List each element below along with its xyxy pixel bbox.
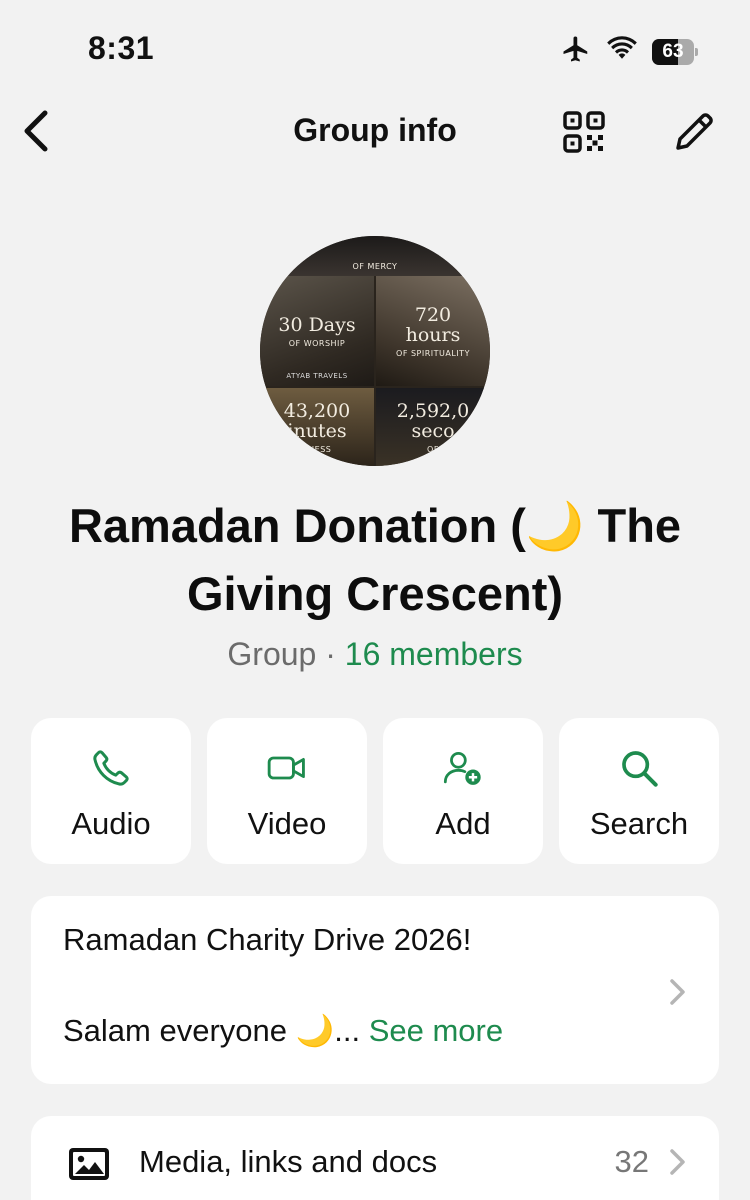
meta-separator: · [325, 636, 336, 672]
qr-code-icon [562, 110, 606, 159]
status-icons: 63 [560, 34, 698, 69]
image-icon [67, 1144, 111, 1184]
avatar-tile-footer: ATYAB TRAVELS [286, 372, 348, 380]
media-label: Media, links and docs [139, 1144, 438, 1179]
avatar-tile-bottom-left: 43,200 inutes ENESS [260, 388, 374, 466]
add-member-button[interactable]: Add [383, 718, 543, 864]
media-count: 32 [614, 1144, 649, 1179]
qr-code-button[interactable] [558, 108, 610, 160]
avatar-tile-heading: 30 Days [278, 313, 356, 336]
avatar-tile-heading: 43,200 inutes [283, 399, 351, 442]
airplane-icon [560, 34, 592, 69]
video-call-button[interactable]: Video [207, 718, 367, 864]
phone-icon [91, 748, 131, 788]
description-preview-text: Salam everyone 🌙... [63, 1013, 361, 1048]
battery-level: 63 [662, 40, 684, 62]
battery-body: 63 [652, 38, 694, 65]
avatar-tile-caption: OF SPIRITUALITY [396, 348, 470, 358]
group-meta: Group · 16 members [0, 636, 750, 673]
chevron-right-icon [665, 1146, 689, 1178]
status-bar: 8:31 63 [0, 0, 750, 100]
group-name[interactable]: Ramadan Donation (🌙 The Giving Crescent) [20, 492, 730, 628]
status-time: 8:31 [88, 30, 155, 66]
avatar-tile-caption: ENESS [302, 444, 332, 454]
avatar-tile-caption: OF MERCY [352, 261, 398, 271]
members-link[interactable]: 16 members [345, 636, 523, 672]
search-button[interactable]: Search [559, 718, 719, 864]
add-label: Add [435, 806, 491, 841]
avatar-tile-bottom-right: 2,592,0 seco OF [376, 388, 490, 466]
group-avatar[interactable]: OF MERCY 30 Days OF WORSHIP ATYAB TRAVEL… [260, 236, 490, 466]
avatar-tile-caption: OF [427, 444, 439, 454]
avatar-tile-right: 720 hours OF SPIRITUALITY [376, 276, 490, 386]
avatar-tile-left: 30 Days OF WORSHIP ATYAB TRAVELS [260, 276, 374, 386]
action-buttons: Audio Video Add Search [31, 718, 719, 864]
audio-call-button[interactable]: Audio [31, 718, 191, 864]
avatar-tile-caption: OF WORSHIP [288, 338, 346, 348]
nav-bar: Group info [0, 100, 750, 166]
media-links-docs-row[interactable]: Media, links and docs 32 [31, 1116, 719, 1200]
page-title: Group info [293, 112, 457, 148]
audio-label: Audio [71, 806, 151, 841]
video-label: Video [247, 806, 327, 841]
see-more-link[interactable]: See more [369, 1013, 503, 1048]
description-preview: Salam everyone 🌙... See more [63, 1012, 503, 1049]
wifi-icon [606, 36, 638, 67]
video-camera-icon [267, 748, 307, 788]
avatar-tile-top: OF MERCY [260, 236, 490, 276]
group-description-card[interactable]: Ramadan Charity Drive 2026! Salam everyo… [31, 896, 719, 1084]
add-person-icon [443, 748, 483, 788]
avatar-tile-heading: 2,592,0 seco [396, 399, 470, 442]
chevron-right-icon [665, 976, 689, 1008]
pencil-icon [672, 110, 716, 159]
group-type: Group [227, 636, 317, 672]
search-icon [619, 748, 659, 788]
avatar-tile-heading: 720 hours [405, 303, 461, 346]
battery-cap [695, 47, 698, 56]
search-label: Search [589, 806, 689, 841]
battery-icon: 63 [652, 38, 698, 65]
description-title: Ramadan Charity Drive 2026! [63, 922, 472, 957]
edit-button[interactable] [668, 108, 720, 160]
